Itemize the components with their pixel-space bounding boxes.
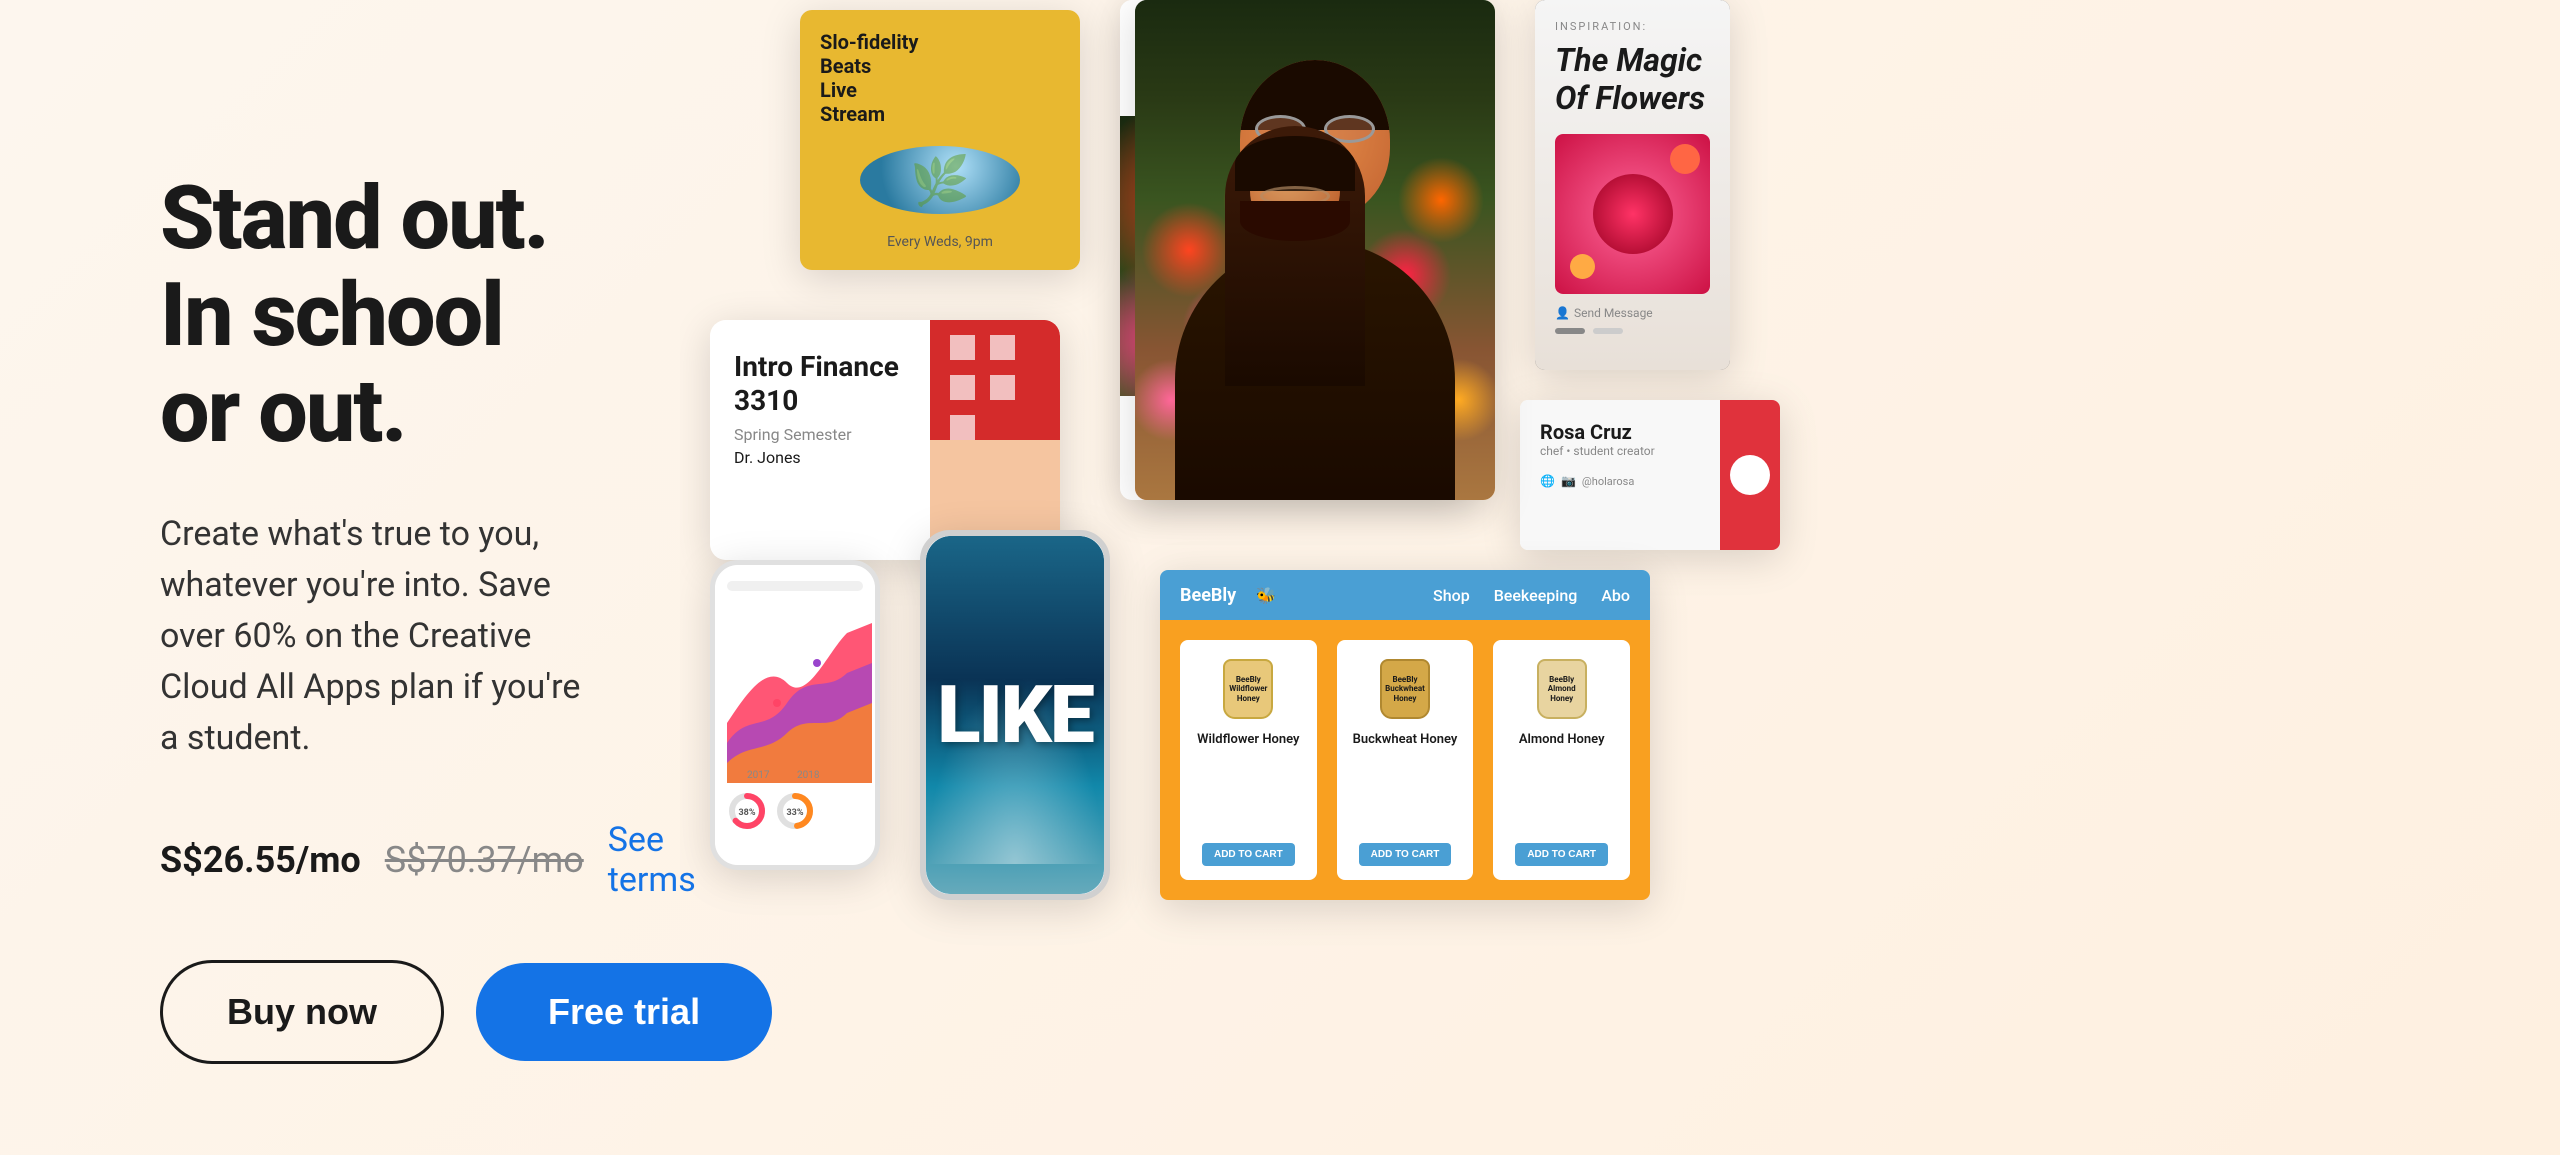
headline-line2: or out. xyxy=(160,360,406,463)
add-to-cart-2[interactable]: ADD TO CART xyxy=(1359,843,1452,866)
headline: Stand out. In school or out. xyxy=(160,171,600,461)
buy-now-button[interactable]: Buy now xyxy=(160,960,444,1064)
beats-circle: 🌿 xyxy=(860,146,1020,214)
pricing-row: S$26.55/mo S$70.37/mo See terms xyxy=(160,820,600,900)
left-panel: Stand out. In school or out. Create what… xyxy=(0,0,680,1155)
magic-flowers-title: The Magic Of Flowers xyxy=(1555,41,1710,118)
beats-title: Slo-fidelity Beats Live Stream xyxy=(820,30,1060,126)
buttons-row: Buy now Free trial xyxy=(160,960,600,1064)
rosa-shape xyxy=(1730,455,1770,495)
product-name-1: Wildflower Honey xyxy=(1197,732,1299,747)
finance-semester: Spring Semester xyxy=(734,425,906,444)
product-wildflower: BeeBlyWildflowerHoney Wildflower Honey A… xyxy=(1180,640,1317,880)
building-graphic xyxy=(935,320,1055,560)
free-trial-button[interactable]: Free trial xyxy=(476,963,772,1061)
finance-course: Intro Finance 3310 xyxy=(734,350,906,417)
donut-chart-2: 33% xyxy=(775,791,815,831)
send-message: Send Message xyxy=(1574,306,1653,320)
like-phone-card: LIKE xyxy=(920,530,1110,900)
user-icon: 👤 xyxy=(1555,306,1570,320)
beebly-header: BeeBly 🐝 Shop Beekeeping Abo xyxy=(1160,570,1650,620)
svg-text:2018: 2018 xyxy=(797,770,820,781)
beebly-products: BeeBlyWildflowerHoney Wildflower Honey A… xyxy=(1160,620,1650,900)
beebly-nav: Shop Beekeeping Abo xyxy=(1433,586,1630,605)
product-almond: BeeBlyAlmondHoney Almond Honey ADD TO CA… xyxy=(1493,640,1630,880)
honey-jar-1: BeeBlyWildflowerHoney xyxy=(1218,654,1278,724)
fashion-card: INSPIRATION: The Magic Of Flowers 👤 Send… xyxy=(1535,0,1730,370)
svg-text:2017: 2017 xyxy=(747,770,770,781)
rosa-title: chef • student creator xyxy=(1540,444,1700,458)
chart-graphic: 2017 2018 xyxy=(727,603,872,783)
beats-footer: Every Weds, 9pm xyxy=(820,234,1060,250)
like-text: LIKE xyxy=(937,668,1092,762)
chart-phone-card: 2017 2018 38% 33% xyxy=(710,560,880,870)
honey-jar-3: BeeBlyAlmondHoney xyxy=(1532,654,1592,724)
subtext: Create what's true to you, whatever you'… xyxy=(160,509,600,764)
nav-about[interactable]: Abo xyxy=(1601,586,1630,605)
see-terms-link[interactable]: See terms xyxy=(608,820,696,900)
finance-prof: Dr. Jones xyxy=(734,448,906,467)
nav-beekeeping[interactable]: Beekeeping xyxy=(1494,586,1578,605)
product-name-2: Buckwheat Honey xyxy=(1353,732,1458,747)
add-to-cart-3[interactable]: ADD TO CART xyxy=(1515,843,1608,866)
right-panel: Slo-fidelity Beats Live Stream 🌿 Every W… xyxy=(680,0,2560,1155)
honey-jar-2: BeeBlyBuckwheatHoney xyxy=(1375,654,1435,724)
headline-line1: Stand out. In school xyxy=(160,167,548,367)
price-original: S$70.37/mo xyxy=(385,839,584,881)
rosa-name: Rosa Cruz xyxy=(1540,420,1700,444)
flower-image xyxy=(1555,134,1710,294)
instagram-icon: 📷 xyxy=(1561,474,1576,488)
svg-text:33%: 33% xyxy=(787,808,804,818)
rosa-card: Rosa Cruz chef • student creator 🌐 📷 @ho… xyxy=(1520,400,1780,550)
product-buckwheat: BeeBlyBuckwheatHoney Buckwheat Honey ADD… xyxy=(1337,640,1474,880)
rosa-accent xyxy=(1720,400,1780,550)
price-current: S$26.55/mo xyxy=(160,839,361,881)
bee-icon: 🐝 xyxy=(1256,586,1276,605)
beebly-card: BeeBly 🐝 Shop Beekeeping Abo BeeBlyWildf… xyxy=(1160,570,1650,900)
add-to-cart-1[interactable]: ADD TO CART xyxy=(1202,843,1295,866)
donut-chart-1: 38% xyxy=(727,791,767,831)
beats-card: Slo-fidelity Beats Live Stream 🌿 Every W… xyxy=(800,10,1080,270)
website-icon: 🌐 xyxy=(1540,474,1555,488)
finance-card: Intro Finance 3310 Spring Semester Dr. J… xyxy=(710,320,1060,560)
svg-text:38%: 38% xyxy=(739,808,756,818)
nav-shop[interactable]: Shop xyxy=(1433,586,1470,605)
inspiration-label: INSPIRATION: xyxy=(1555,20,1710,33)
product-name-3: Almond Honey xyxy=(1519,732,1605,747)
beebly-logo: BeeBly xyxy=(1180,585,1236,606)
page-container: Stand out. In school or out. Create what… xyxy=(0,0,2560,1155)
